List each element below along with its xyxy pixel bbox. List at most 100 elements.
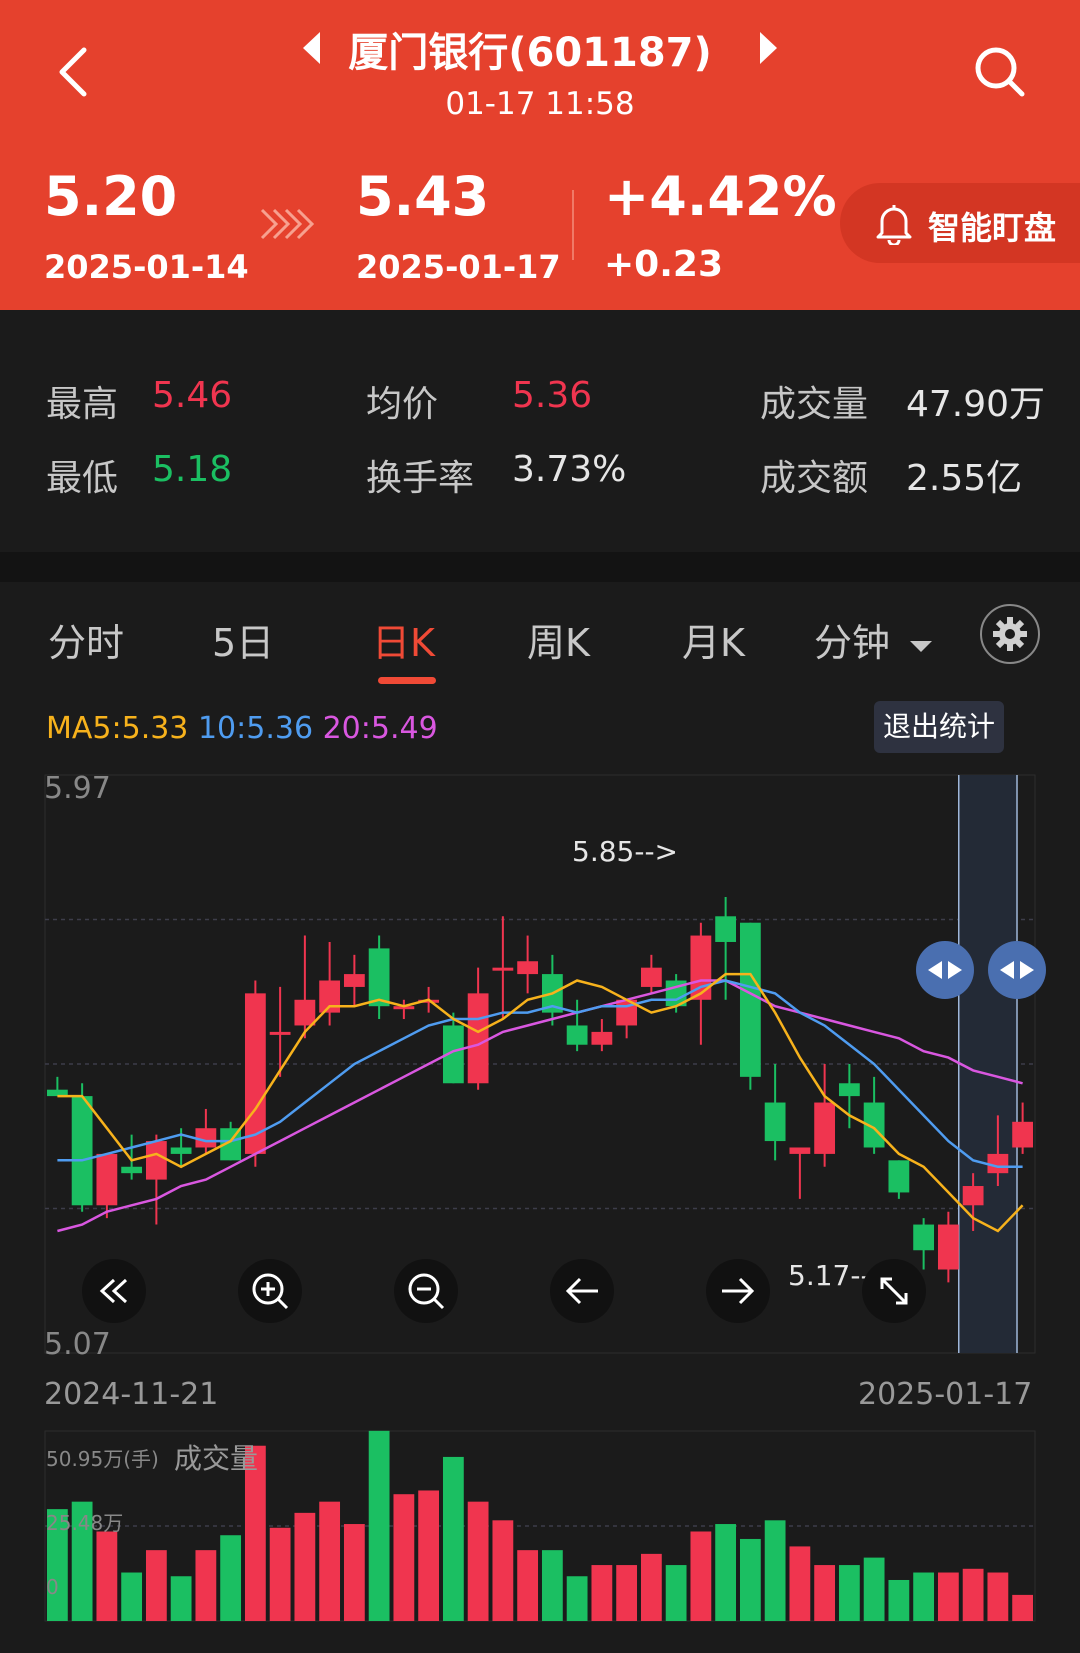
volume-bar — [814, 1565, 836, 1621]
volume-bar — [343, 1524, 365, 1621]
tab-minute-label: 分钟 — [814, 621, 891, 665]
price-axis-bottom: 5.07 — [44, 1327, 111, 1362]
candle-up — [343, 974, 365, 987]
candle-down — [368, 948, 390, 1007]
settings-gear-icon — [993, 617, 1027, 651]
tab-minute[interactable]: 分钟 — [814, 612, 934, 667]
candle-up — [591, 1031, 613, 1045]
arrow-left-icon — [565, 1277, 598, 1305]
smart-watch-button[interactable]: 智能盯盘 — [840, 183, 1080, 263]
volume-bar — [294, 1512, 316, 1621]
prev-stock-button[interactable] — [300, 30, 324, 66]
date-axis-start: 2024-11-21 — [44, 1377, 219, 1412]
candle-up — [294, 999, 316, 1026]
volume-bar — [195, 1550, 217, 1621]
candle-up — [269, 1031, 291, 1035]
candle-down — [170, 1147, 192, 1154]
volume-bar — [764, 1520, 786, 1621]
volume-bar — [739, 1538, 761, 1621]
prev-date: 2025-01-14 — [44, 248, 249, 286]
period-tabs: 分时 5日 日K 周K 月K 分钟 — [0, 582, 1080, 687]
back-button[interactable] — [50, 42, 100, 102]
zoom-out-icon — [408, 1273, 445, 1310]
high-value: 5.46 — [152, 375, 233, 416]
volume-bar — [838, 1565, 860, 1621]
pan-right-button[interactable] — [706, 1259, 770, 1323]
volume-bar — [665, 1565, 687, 1621]
volume-bar — [418, 1490, 440, 1621]
low-label: 最低 — [46, 458, 119, 499]
rewind-icon — [99, 1278, 128, 1304]
volume-bar — [888, 1579, 910, 1621]
change-percent: +4.42% — [604, 165, 837, 228]
candle-down — [838, 1083, 860, 1097]
candle-down — [913, 1224, 935, 1251]
volume-bar — [96, 1531, 118, 1621]
candle-down — [71, 1096, 93, 1206]
volume-bar — [591, 1565, 613, 1621]
amount-label: 成交额 — [760, 458, 869, 499]
candle-up — [1012, 1121, 1034, 1148]
candle-down — [764, 1102, 786, 1142]
volume-bar — [690, 1531, 712, 1621]
active-tab-indicator — [378, 677, 436, 684]
pan-left-button[interactable] — [550, 1259, 614, 1323]
volume-zero-label: 0 — [46, 1575, 59, 1599]
high-label: 最高 — [46, 384, 119, 425]
volume-title: 成交量 — [174, 1442, 259, 1475]
chart-settings-button[interactable] — [980, 604, 1040, 664]
kline-chart-area[interactable]: MA5:5.33 10:5.36 20:5.49 退出统计 5.97 5.07 … — [0, 687, 1080, 1653]
dropdown-arrow-icon — [910, 640, 933, 652]
volume-bar — [715, 1524, 737, 1621]
volume-bar — [145, 1550, 167, 1621]
volume-bar — [442, 1456, 464, 1621]
volume-bar — [640, 1553, 662, 1621]
volume-bar — [962, 1568, 984, 1621]
tab-weekly-k[interactable]: 周K — [527, 612, 590, 667]
high-annotation: 5.85--> — [572, 835, 679, 868]
next-stock-icon — [760, 32, 777, 64]
zoom-out-button[interactable] — [394, 1259, 458, 1323]
double-chevron-right-icon — [260, 204, 324, 244]
current-price: 5.43 — [356, 165, 490, 228]
volume-bar — [492, 1520, 514, 1621]
range-handle-left[interactable] — [916, 941, 974, 999]
candle-up — [987, 1153, 1009, 1174]
drag-handle-icon — [928, 961, 962, 979]
quote-stats-panel: 最高 5.46 均价 5.36 成交量 47.90万 最低 5.18 换手率 3… — [0, 310, 1080, 552]
volume-max-label: 50.95万(手) — [46, 1447, 159, 1471]
quote-datetime: 01-17 11:58 — [445, 86, 635, 122]
back-icon — [59, 47, 87, 97]
stats-range-highlight — [958, 775, 1017, 1353]
range-handle-right[interactable] — [988, 941, 1046, 999]
rewind-button[interactable] — [82, 1259, 146, 1323]
zoom-in-button[interactable] — [238, 1259, 302, 1323]
tab-daily-k[interactable]: 日K — [372, 612, 435, 667]
tab-intraday[interactable]: 分时 — [48, 612, 124, 667]
volume-bar — [269, 1527, 291, 1621]
candle-up — [467, 993, 489, 1084]
candle-up — [814, 1102, 836, 1154]
volume-bar — [987, 1572, 1009, 1621]
stock-header: 厦门银行(601187) 01-17 11:58 5.20 2025-01-14… — [0, 0, 1080, 310]
next-stock-button[interactable] — [756, 30, 780, 66]
volume-bar — [566, 1576, 588, 1621]
volume-bar — [616, 1565, 638, 1621]
price-axis-top: 5.97 — [44, 771, 111, 806]
volume-bar — [121, 1572, 143, 1621]
date-axis-end: 2025-01-17 — [858, 1377, 1033, 1412]
tab-monthly-k[interactable]: 月K — [682, 612, 745, 667]
volume-bar — [393, 1494, 415, 1621]
tab-5day[interactable]: 5日 — [212, 612, 274, 667]
volume-bar — [937, 1572, 959, 1621]
candle-up — [640, 967, 662, 987]
current-date: 2025-01-17 — [356, 248, 561, 286]
prev-price: 5.20 — [44, 165, 178, 228]
expand-button[interactable] — [862, 1259, 926, 1323]
prev-stock-icon — [303, 32, 320, 64]
search-button[interactable] — [972, 44, 1028, 100]
volume-bar — [541, 1550, 563, 1621]
candle-up — [145, 1141, 167, 1180]
header-divider — [572, 190, 574, 260]
candlestick-chart[interactable] — [0, 687, 1080, 1653]
